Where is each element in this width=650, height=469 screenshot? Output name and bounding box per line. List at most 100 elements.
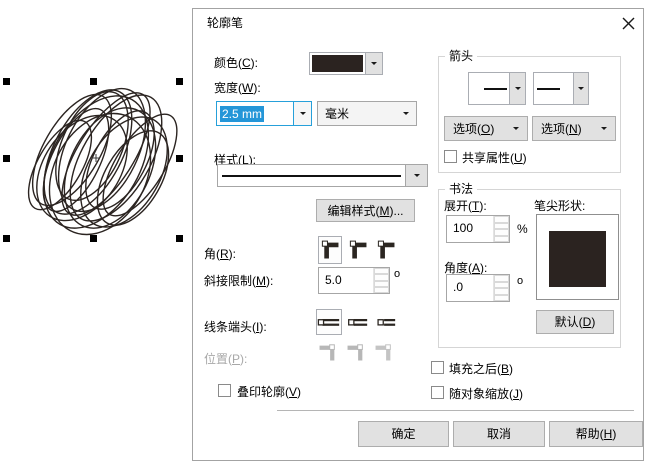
cap-square-button[interactable] — [372, 309, 398, 335]
corner-round-button[interactable] — [346, 236, 370, 264]
spin-up-icon — [495, 280, 508, 283]
nib-shape-square — [549, 231, 606, 287]
color-swatch[interactable] — [309, 52, 366, 75]
line-caps-label: 线条端头(I): — [204, 320, 267, 334]
position-inside-button — [372, 339, 396, 365]
edit-style-button[interactable]: 编辑样式(M)... — [316, 199, 415, 222]
square-cap-icon — [377, 318, 396, 326]
selection-handle[interactable] — [3, 155, 10, 162]
chevron-down-icon — [371, 62, 377, 65]
chevron-down-icon — [514, 87, 521, 90]
end-arrow-dropdown-button[interactable] — [573, 73, 588, 104]
position-centered-icon — [347, 344, 363, 361]
corner-miter-button[interactable] — [318, 236, 342, 264]
style-preview — [218, 165, 405, 186]
spin-down-icon — [375, 285, 388, 288]
end-arrow-preview — [534, 73, 573, 104]
overprint-outline-label[interactable]: 叠印轮廓(V) — [237, 385, 301, 399]
selection-handle[interactable] — [3, 235, 10, 242]
style-combo[interactable] — [217, 164, 428, 187]
end-options-button[interactable]: 选项(N) — [532, 116, 616, 141]
color-dropdown-button[interactable] — [366, 52, 383, 75]
spin-down-icon — [495, 293, 508, 296]
help-button[interactable]: 帮助(H) — [549, 421, 643, 447]
width-input[interactable]: 2.5 mm — [217, 102, 293, 125]
corners-label: 角(R): — [204, 247, 237, 261]
position-inside-icon — [375, 344, 391, 361]
chevron-down-icon — [513, 127, 519, 130]
round-cap-icon — [348, 318, 368, 326]
share-attributes-label[interactable]: 共享属性(U) — [462, 151, 527, 165]
chevron-down-icon — [578, 87, 584, 90]
chevron-down-icon — [601, 127, 607, 130]
color-label: 颜色(C): — [214, 56, 259, 70]
miter-limit-spinner[interactable]: 5.0 — [318, 267, 390, 294]
scale-with-object-label[interactable]: 随对象缩放(J) — [449, 387, 523, 401]
stretch-value[interactable]: 100 — [447, 216, 493, 242]
chevron-down-icon — [413, 174, 420, 177]
chevron-down-icon — [299, 112, 306, 115]
stretch-percent-unit: % — [517, 222, 528, 236]
spin-up-button[interactable] — [374, 268, 389, 281]
close-icon — [622, 17, 634, 29]
position-centered-button — [344, 339, 368, 365]
miter-corner-icon — [321, 240, 339, 259]
miter-limit-value[interactable]: 5.0 — [319, 268, 373, 293]
butt-cap-icon — [317, 318, 340, 326]
stretch-spinner[interactable]: 100 — [446, 215, 510, 243]
close-button[interactable] — [617, 13, 639, 33]
angle-degree-unit: o — [517, 275, 524, 287]
outline-pen-dialog: 轮廓笔 颜色(C): 宽度(W): 2.5 mm 毫米 样式(L): 编辑样式(… — [192, 8, 644, 461]
scribble-object[interactable] — [0, 0, 192, 262]
bevel-corner-icon — [377, 240, 395, 259]
behind-fill-checkbox[interactable] — [431, 361, 444, 374]
selection-handle[interactable] — [90, 78, 97, 85]
corner-bevel-button[interactable] — [374, 236, 398, 264]
spin-down-button[interactable] — [494, 229, 509, 242]
nib-shape-preview[interactable] — [536, 214, 619, 300]
scale-with-object-checkbox[interactable] — [431, 386, 444, 399]
start-arrow-preview — [469, 73, 509, 104]
chevron-down-icon — [403, 112, 409, 115]
spin-down-icon — [495, 234, 508, 237]
miter-degree-unit: o — [394, 268, 401, 280]
spin-up-button[interactable] — [494, 275, 509, 288]
start-arrow-combo[interactable] — [468, 72, 526, 105]
width-combo[interactable]: 2.5 mm — [216, 101, 312, 126]
overprint-outline-checkbox[interactable] — [218, 384, 231, 397]
selection-handle[interactable] — [90, 235, 97, 242]
style-dropdown-button[interactable] — [405, 165, 427, 186]
behind-fill-label[interactable]: 填充之后(B) — [449, 362, 513, 376]
cancel-button[interactable]: 取消 — [453, 421, 545, 447]
spin-down-button[interactable] — [494, 288, 509, 301]
cap-round-button[interactable] — [344, 309, 370, 335]
spin-down-button[interactable] — [374, 280, 389, 293]
selection-handle[interactable] — [176, 235, 183, 242]
angle-value[interactable]: .0 — [447, 275, 493, 301]
angle-spinner[interactable]: .0 — [446, 274, 510, 302]
outline-color-picker[interactable] — [309, 52, 383, 75]
selection-handle[interactable] — [3, 78, 10, 85]
miter-limit-label: 斜接限制(M): — [204, 274, 274, 288]
ok-button[interactable]: 确定 — [358, 421, 449, 447]
default-button[interactable]: 默认(D) — [536, 310, 614, 334]
dialog-title: 轮廓笔 — [207, 16, 244, 30]
start-arrow-dropdown-button[interactable] — [509, 73, 525, 104]
arrows-group-label: 箭头 — [445, 49, 478, 63]
selection-handle[interactable] — [176, 78, 183, 85]
unit-combo[interactable]: 毫米 — [317, 101, 417, 126]
position-outside-icon — [319, 344, 335, 361]
start-options-button[interactable]: 选项(O) — [444, 116, 528, 141]
position-label: 位置(P): — [204, 352, 248, 366]
position-outside-button — [316, 339, 340, 365]
share-attributes-checkbox[interactable] — [444, 150, 457, 163]
unit-value: 毫米 — [325, 107, 350, 121]
spin-up-icon — [495, 221, 508, 224]
spin-up-button[interactable] — [494, 216, 509, 229]
selection-handle[interactable] — [176, 155, 183, 162]
unit-dropdown-button[interactable] — [396, 102, 416, 125]
cap-butt-button[interactable] — [316, 309, 342, 335]
end-arrow-combo[interactable] — [533, 72, 589, 105]
width-dropdown-button[interactable] — [293, 102, 311, 125]
round-corner-icon — [349, 240, 367, 259]
